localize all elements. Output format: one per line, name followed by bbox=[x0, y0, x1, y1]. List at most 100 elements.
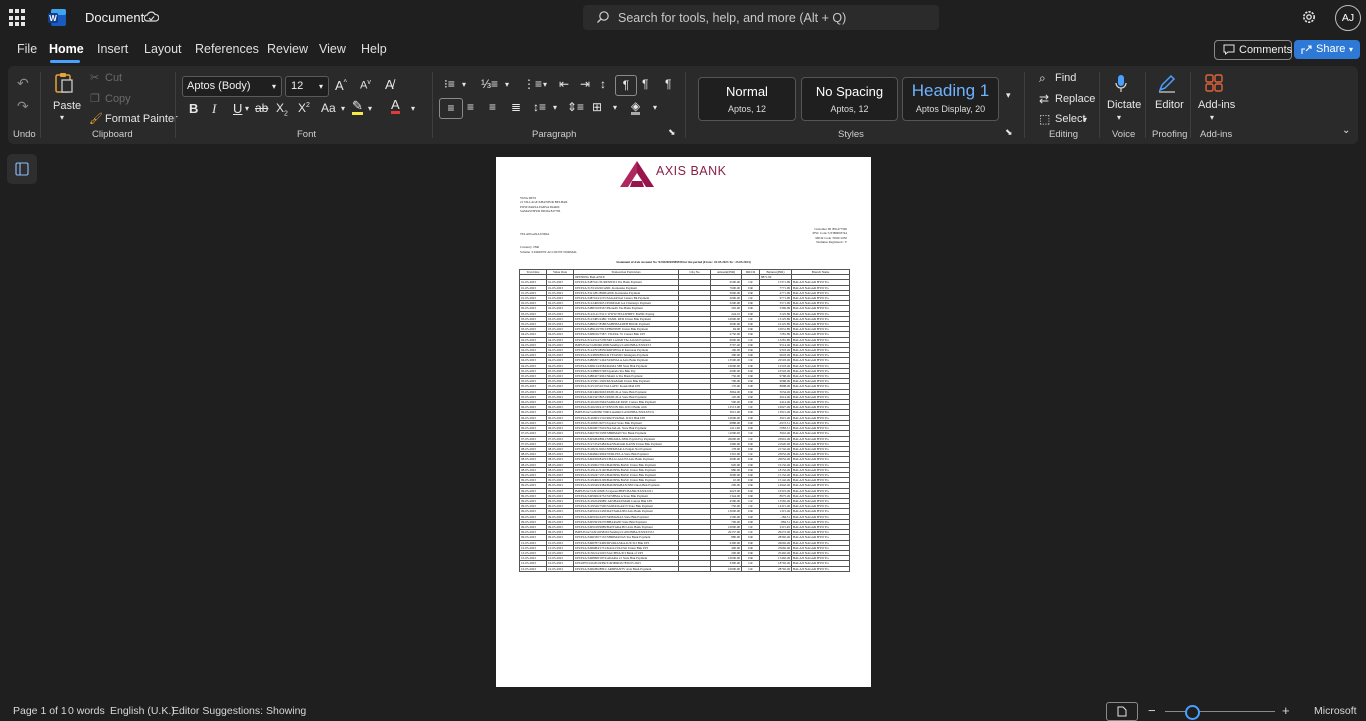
app-launcher-icon[interactable] bbox=[9, 9, 27, 27]
ltr-text-direction-icon[interactable]: ¶ bbox=[615, 75, 637, 96]
tab-references[interactable]: References bbox=[195, 42, 259, 56]
align-center-icon[interactable]: ≡ bbox=[467, 100, 474, 114]
strikethrough-icon[interactable]: ab bbox=[255, 101, 268, 115]
word-count[interactable]: 0 words bbox=[68, 705, 105, 717]
editor-suggestions[interactable]: Editor Suggestions: Showing bbox=[172, 705, 306, 717]
addins-button[interactable]: Add-ins bbox=[1198, 99, 1235, 111]
tab-layout[interactable]: Layout bbox=[144, 42, 182, 56]
grow-font-icon[interactable]: A^ bbox=[335, 78, 347, 93]
copy-button[interactable]: Copy bbox=[105, 93, 131, 105]
find-icon: ⌕ bbox=[1039, 71, 1046, 85]
tab-help[interactable]: Help bbox=[361, 42, 387, 56]
paragraph-spacing-icon[interactable]: ⇕≡ bbox=[567, 100, 584, 114]
shading-icon[interactable]: ◈ bbox=[631, 100, 641, 115]
tab-insert[interactable]: Insert bbox=[97, 42, 128, 56]
line-spacing-icon[interactable]: ↕≡ bbox=[533, 100, 546, 114]
tab-home[interactable]: Home bbox=[49, 42, 84, 56]
select-button[interactable]: Select bbox=[1055, 113, 1086, 125]
shrink-font-icon[interactable]: Av bbox=[360, 79, 371, 92]
subscript-icon[interactable]: X2 bbox=[276, 101, 288, 117]
share-button[interactable]: Share ▾ bbox=[1294, 40, 1360, 59]
highlight-chevron-icon[interactable]: ▾ bbox=[368, 104, 372, 113]
styles-more-icon[interactable]: ▾ bbox=[1006, 90, 1011, 101]
replace-button[interactable]: Replace bbox=[1055, 93, 1095, 105]
paste-button[interactable]: Paste bbox=[53, 100, 81, 112]
case-chevron-icon[interactable]: ▾ bbox=[341, 104, 345, 113]
font-color-icon[interactable]: A bbox=[391, 98, 400, 114]
search-icon bbox=[597, 11, 609, 23]
bullets-chevron-icon[interactable]: ▾ bbox=[462, 80, 466, 89]
find-button[interactable]: Find bbox=[1055, 72, 1076, 84]
zoom-slider-thumb[interactable] bbox=[1185, 705, 1200, 720]
undo-icon[interactable]: ↶ bbox=[17, 75, 29, 92]
dictate-chevron-icon[interactable]: ▾ bbox=[1117, 113, 1121, 122]
view-mode-button[interactable] bbox=[1106, 702, 1138, 721]
share-chevron-icon[interactable]: ▾ bbox=[1349, 40, 1353, 59]
editor-pen-icon[interactable] bbox=[1157, 73, 1177, 93]
editor-button[interactable]: Editor bbox=[1155, 99, 1184, 111]
state-line: TELANGANA INDIA bbox=[520, 232, 550, 236]
decrease-indent-icon[interactable]: ⇤ bbox=[559, 77, 569, 91]
style-normal[interactable]: Normal Aptos, 12 bbox=[698, 77, 796, 121]
borders-icon[interactable]: ⊞ bbox=[592, 100, 602, 114]
tab-view[interactable]: View bbox=[319, 42, 346, 56]
addins-grid-icon[interactable] bbox=[1205, 74, 1223, 92]
paste-icon[interactable] bbox=[54, 72, 74, 94]
settings-gear-icon[interactable] bbox=[1301, 9, 1317, 25]
bold-icon[interactable]: B bbox=[189, 101, 198, 116]
line-spacing-chevron-icon[interactable]: ▾ bbox=[553, 103, 557, 112]
select-chevron-icon[interactable]: ▾ bbox=[1083, 115, 1087, 124]
change-case-icon[interactable]: Aa bbox=[321, 101, 336, 115]
tab-review[interactable]: Review bbox=[267, 42, 308, 56]
styles-launcher-icon[interactable]: ⬊ bbox=[1005, 127, 1013, 138]
microphone-icon[interactable] bbox=[1114, 74, 1128, 94]
numbering-chevron-icon[interactable]: ▾ bbox=[505, 80, 509, 89]
highlight-icon[interactable]: ✎ bbox=[352, 99, 363, 115]
ribbon-collapse-icon[interactable]: ⌄ bbox=[1342, 125, 1350, 136]
multilevel-list-icon[interactable]: ⋮≡ bbox=[523, 77, 542, 91]
language[interactable]: English (U.K.) bbox=[110, 705, 175, 717]
sort-icon[interactable]: ↕ bbox=[600, 77, 606, 91]
style-normal-sub: Aptos, 12 bbox=[727, 104, 767, 114]
italic-icon[interactable]: I bbox=[212, 101, 216, 117]
document-title[interactable]: Document bbox=[85, 10, 144, 25]
numbering-icon[interactable]: ⅓≡ bbox=[481, 77, 498, 91]
paste-chevron-icon[interactable]: ▾ bbox=[60, 113, 64, 122]
redo-icon[interactable]: ↷ bbox=[17, 98, 29, 115]
rtl-text-direction-icon[interactable]: ¶ bbox=[642, 77, 648, 91]
dictate-button[interactable]: Dictate bbox=[1107, 99, 1141, 111]
zoom-slider-track[interactable] bbox=[1165, 711, 1275, 712]
show-marks-icon[interactable]: ¶ bbox=[665, 77, 671, 91]
comments-button[interactable]: Comments bbox=[1214, 40, 1292, 60]
borders-chevron-icon[interactable]: ▾ bbox=[613, 103, 617, 112]
search-placeholder[interactable]: Search for tools, help, and more (Alt + … bbox=[618, 11, 846, 25]
underline-icon[interactable]: U bbox=[233, 101, 242, 116]
addins-chevron-icon[interactable]: ▾ bbox=[1210, 113, 1214, 122]
cloud-saved-icon[interactable] bbox=[144, 10, 159, 24]
font-name-dropdown[interactable]: Aptos (Body) ▾ bbox=[182, 76, 282, 97]
multilevel-chevron-icon[interactable]: ▾ bbox=[543, 80, 547, 89]
document-page[interactable]: AXIS BANK VINA DEVI 21 VILLAGE KHANPUR B… bbox=[496, 157, 871, 687]
page-count[interactable]: Page 1 of 1 bbox=[13, 705, 67, 717]
zoom-in-button[interactable]: + bbox=[1282, 703, 1290, 718]
increase-indent-icon[interactable]: ⇥ bbox=[580, 77, 590, 91]
tab-file[interactable]: File bbox=[17, 42, 37, 56]
style-no-spacing[interactable]: No Spacing Aptos, 12 bbox=[801, 77, 898, 121]
underline-chevron-icon[interactable]: ▾ bbox=[245, 104, 249, 113]
user-avatar[interactable]: AJ bbox=[1335, 5, 1361, 31]
align-right-icon[interactable]: ≡ bbox=[489, 100, 496, 114]
clear-formatting-icon[interactable]: A̸ bbox=[385, 77, 394, 92]
align-left-icon[interactable]: ≡ bbox=[439, 98, 463, 119]
zoom-out-button[interactable]: − bbox=[1148, 703, 1156, 718]
format-painter-button[interactable]: Format Painter bbox=[105, 113, 178, 125]
paragraph-launcher-icon[interactable]: ⬊ bbox=[668, 127, 676, 138]
font-size-dropdown[interactable]: 12 ▾ bbox=[285, 76, 329, 97]
navigation-pane-button[interactable] bbox=[7, 154, 37, 184]
bullets-icon[interactable]: ⁝≡ bbox=[444, 77, 455, 91]
font-color-chevron-icon[interactable]: ▾ bbox=[411, 104, 415, 113]
shading-chevron-icon[interactable]: ▾ bbox=[653, 103, 657, 112]
cut-button[interactable]: Cut bbox=[105, 72, 122, 84]
style-heading-1[interactable]: Heading 1 Aptos Display, 20 bbox=[902, 77, 999, 121]
justify-icon[interactable]: ≣ bbox=[511, 100, 521, 114]
superscript-icon[interactable]: X2 bbox=[298, 101, 310, 115]
